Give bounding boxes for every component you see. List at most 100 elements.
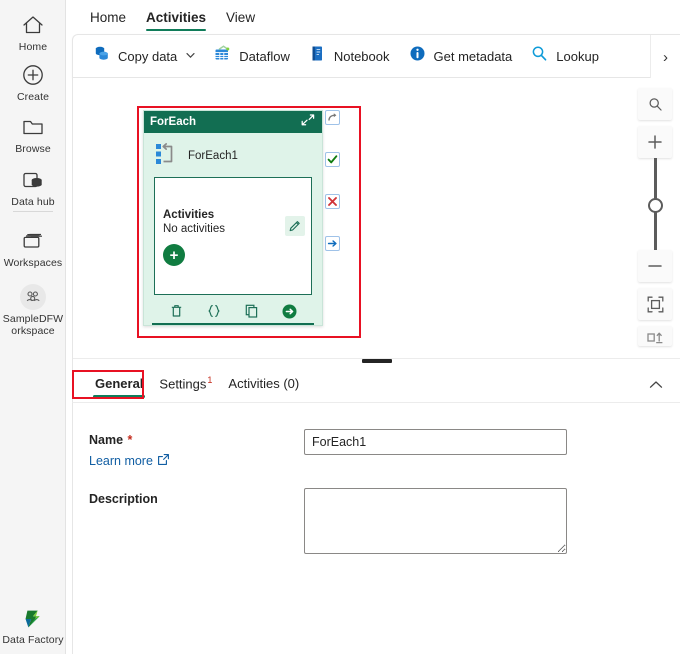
zoom-search-icon[interactable]: [638, 88, 672, 120]
ribbon-button-notebook-label: Notebook: [333, 48, 390, 64]
sidebar-item-data-hub-label: Data hub: [11, 196, 55, 208]
ribbon-button-get-metadata-label: Get metadata: [433, 48, 513, 64]
splitter-grip[interactable]: [361, 359, 392, 363]
tab-activities-count-label: Activities (0): [228, 375, 300, 391]
zoom-slider[interactable]: [638, 158, 672, 250]
form-row-description: Description: [89, 488, 680, 554]
sidebar-item-create[interactable]: Create: [0, 56, 66, 103]
description-label-col: Description: [89, 488, 304, 554]
tab-activities[interactable]: Activities: [136, 10, 216, 33]
workspace-avatar-circle: [20, 284, 46, 310]
tab-home[interactable]: Home: [80, 10, 136, 33]
foreach-loop-icon: [154, 141, 178, 172]
form-row-name: Name * Learn more: [89, 429, 680, 470]
fabric-data-factory-pipeline-editor: Home Create Browse Data hub Workspaces S…: [0, 0, 680, 654]
folder-icon: [19, 114, 47, 140]
foreach-node-header-title: ForEach: [150, 116, 197, 128]
sidebar-item-home-label: Home: [18, 41, 48, 53]
ribbon-button-get-metadata[interactable]: Get metadata: [399, 39, 522, 73]
sidebar-item-browse-label: Browse: [15, 143, 51, 155]
tab-settings-badge: 1: [207, 374, 213, 385]
on-completion-handle[interactable]: [325, 236, 340, 251]
sidebar-item-workspaces-label: Workspaces: [3, 257, 63, 269]
sidebar-item-sampledfworkspace[interactable]: SampleDFW orkspace: [0, 278, 66, 337]
learn-more-link[interactable]: Learn more: [89, 453, 170, 469]
name-label-wrap: Name *: [89, 431, 304, 449]
external-link-icon: [157, 453, 170, 469]
run-arrow-icon[interactable]: [281, 303, 298, 320]
sidebar-item-home[interactable]: Home: [0, 6, 66, 53]
sidebar-item-workspaces[interactable]: Workspaces: [0, 222, 66, 269]
name-label-col: Name * Learn more: [89, 429, 304, 470]
tab-general[interactable]: General: [87, 370, 151, 399]
code-braces-icon[interactable]: [206, 303, 222, 319]
name-required-asterisk: *: [127, 433, 133, 447]
ribbon-button-copy-data[interactable]: Copy data: [83, 39, 204, 73]
ribbon-button-notebook[interactable]: Notebook: [299, 39, 399, 73]
splitter-line: [73, 358, 680, 359]
zoom-in-icon[interactable]: [638, 126, 672, 158]
auto-align-icon[interactable]: [638, 326, 672, 346]
left-nav-rail: Home Create Browse Data hub Workspaces S…: [0, 0, 66, 654]
foreach-node-body: ForEach1 Activities No activities +: [144, 133, 322, 325]
notebook-icon: [308, 44, 327, 68]
panel-splitter[interactable]: [72, 356, 680, 366]
rail-divider: [13, 211, 53, 212]
foreach-activity-name: ForEach1: [188, 150, 238, 162]
ribbon-button-dataflow[interactable]: Dataflow: [204, 39, 299, 73]
pencil-icon[interactable]: [285, 216, 305, 236]
tab-general-label: General: [95, 375, 144, 391]
sidebar-item-create-label: Create: [16, 91, 50, 103]
data-hub-icon: [19, 167, 47, 193]
expand-collapse-arrows-icon[interactable]: [299, 112, 317, 128]
workspaces-icon: [19, 228, 47, 254]
foreach-node-footer-actions: [152, 299, 314, 325]
on-success-handle[interactable]: [325, 152, 340, 167]
on-failure-handle[interactable]: [325, 194, 340, 209]
pipeline-canvas[interactable]: ForEach ForEach1 Activities No activitie…: [72, 78, 680, 356]
product-brand[interactable]: Data Factory: [0, 606, 66, 646]
name-input[interactable]: [304, 429, 567, 455]
ribbon-button-lookup-label: Lookup: [556, 48, 599, 64]
workspace-people-icon: [19, 284, 47, 310]
learn-more-label: Learn more: [89, 454, 153, 468]
sidebar-item-sampledfworkspace-label-line2: orkspace: [11, 325, 55, 337]
name-label: Name: [89, 433, 124, 447]
tab-view[interactable]: View: [216, 10, 265, 33]
ribbon-tabstrip: Home Activities View: [66, 0, 680, 33]
zoom-out-icon[interactable]: [638, 250, 672, 282]
ribbon-button-lookup[interactable]: Lookup: [521, 39, 608, 73]
dataflow-icon: [213, 44, 232, 68]
chevron-up-icon[interactable]: [646, 375, 666, 395]
fit-to-screen-icon[interactable]: [638, 288, 672, 320]
description-textarea[interactable]: [304, 488, 567, 554]
ribbon-overflow-button[interactable]: ›: [650, 35, 680, 79]
on-skip-handle[interactable]: [325, 110, 340, 125]
foreach-node-header: ForEach: [144, 111, 322, 133]
data-factory-logo: [19, 606, 47, 632]
sidebar-item-sampledfworkspace-label-line1: SampleDFW: [2, 313, 64, 325]
data-factory-label: Data Factory: [2, 634, 64, 646]
node-output-handles: [325, 110, 340, 278]
foreach-activity-node[interactable]: ForEach ForEach1 Activities No activitie…: [143, 110, 323, 326]
magnifier-icon: [530, 44, 549, 68]
canvas-zoom-controls: [638, 88, 672, 346]
info-icon: [408, 44, 427, 68]
copy-data-icon: [92, 44, 111, 68]
home-icon: [19, 12, 47, 38]
add-activity-icon[interactable]: +: [163, 244, 185, 266]
zoom-slider-knob[interactable]: [648, 198, 663, 213]
sidebar-item-data-hub[interactable]: Data hub: [0, 161, 66, 208]
foreach-activity-title-row: ForEach1: [152, 139, 314, 173]
ribbon-button-dataflow-label: Dataflow: [239, 48, 290, 64]
chevron-down-icon[interactable]: [186, 51, 195, 61]
copy-icon[interactable]: [244, 303, 259, 319]
foreach-inner-activities-container[interactable]: Activities No activities +: [154, 177, 312, 295]
tab-settings[interactable]: Settings1: [151, 369, 220, 399]
sidebar-item-browse[interactable]: Browse: [0, 108, 66, 155]
tab-activities-count[interactable]: Activities (0): [220, 370, 307, 399]
delete-icon[interactable]: [169, 303, 184, 319]
tab-settings-label: Settings: [159, 376, 207, 392]
general-properties-form: Name * Learn more Description: [72, 403, 680, 654]
ribbon-button-copy-data-label: Copy data: [118, 48, 178, 64]
